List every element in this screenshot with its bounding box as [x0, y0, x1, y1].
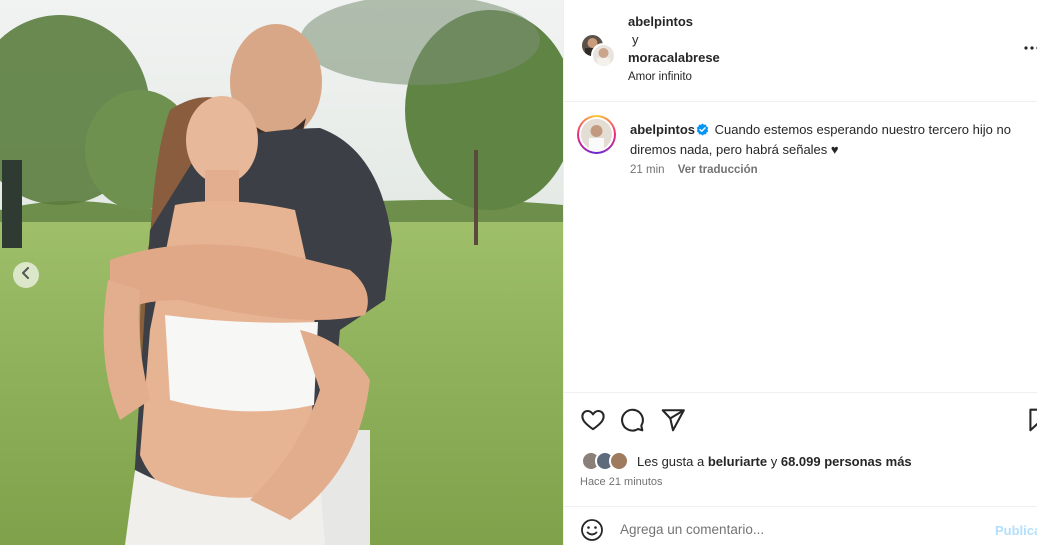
carousel-prev-button[interactable] [13, 262, 39, 288]
post-side-panel: abelpintos y moracalabrese Amor infinito… [563, 0, 1037, 545]
caption-username[interactable]: abelpintos [630, 122, 695, 137]
liker-username[interactable]: beluriarte [708, 454, 767, 469]
emoji-button[interactable] [580, 518, 604, 542]
post-timestamp[interactable]: Hace 21 minutos [580, 476, 663, 488]
coauthors: abelpintos y moracalabrese Amor infinito [628, 13, 720, 86]
emoji-icon [580, 519, 604, 545]
verified-badge-icon [696, 123, 709, 141]
caption-age[interactable]: 21 min [630, 164, 665, 176]
avatar[interactable] [591, 43, 616, 68]
translate-link[interactable]: Ver traducción [678, 164, 758, 176]
comment-bar: Publicar [564, 506, 1037, 545]
post-header: abelpintos y moracalabrese Amor infinito [564, 0, 1037, 102]
post-photo [0, 0, 563, 545]
chevron-left-icon [20, 266, 32, 284]
comment-input[interactable] [620, 515, 970, 543]
save-button[interactable] [1025, 407, 1037, 433]
heart-icon [580, 409, 606, 437]
likes-prefix: Les gusta a [637, 453, 705, 469]
coauthor-connector: y [632, 32, 639, 47]
liker-avatars [581, 451, 633, 471]
avatar[interactable] [577, 115, 616, 154]
coauthor-username[interactable]: abelpintos [628, 13, 720, 31]
caption-meta: 21 min Ver traducción [630, 164, 758, 176]
likes-summary[interactable]: Les gusta a beluriarte y 68.099 personas… [581, 451, 912, 471]
likes-count[interactable]: 68.099 personas más [781, 454, 912, 469]
comment-button[interactable] [619, 407, 645, 433]
send-icon [660, 409, 686, 437]
comment-icon [619, 408, 645, 437]
publish-button[interactable]: Publicar [995, 523, 1037, 538]
post-actions: Les gusta a beluriarte y 68.099 personas… [564, 392, 1037, 545]
avatar [609, 451, 629, 471]
audio-label[interactable]: Amor infinito [628, 68, 720, 86]
coauthor-username[interactable]: moracalabrese [628, 49, 720, 67]
caption-text-block: abelpintos Cuando estemos esperando nues… [630, 121, 1030, 159]
post-media[interactable] [0, 0, 563, 545]
bookmark-icon [1025, 408, 1037, 437]
more-options-button[interactable] [1023, 40, 1037, 56]
like-button[interactable] [580, 407, 606, 433]
more-options-icon [1023, 43, 1037, 60]
coauthor-avatars[interactable] [580, 33, 616, 69]
likes-joiner: y [770, 453, 778, 469]
share-button[interactable] [660, 407, 686, 433]
